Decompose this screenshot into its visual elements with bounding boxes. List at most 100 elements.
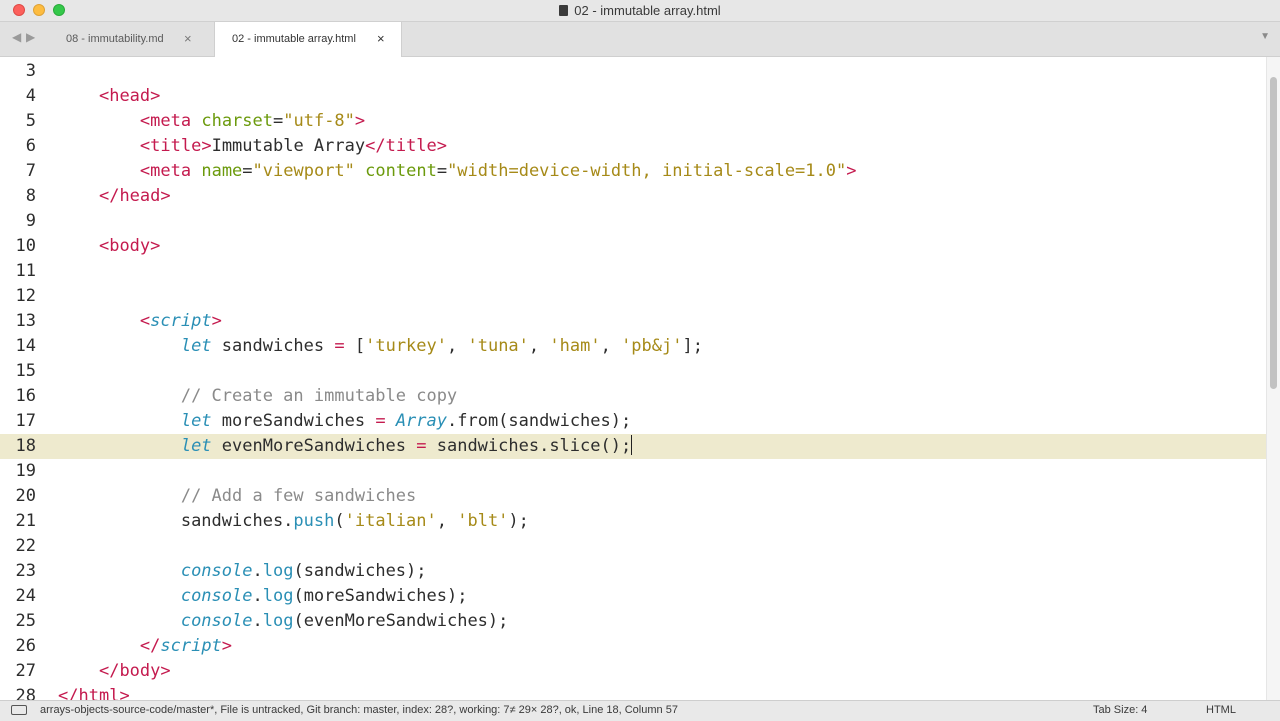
code-line[interactable]: 16 // Create an immutable copy [0,384,1266,409]
panel-toggle-icon[interactable] [11,705,27,715]
code-token: log [262,586,294,606]
code-text: let evenMoreSandwiches = sandwiches.slic… [58,434,633,459]
code-line[interactable]: 12 [0,284,1266,309]
code-token: "viewport" [252,161,355,181]
back-arrow-icon[interactable]: ◀ [12,30,21,44]
code-token: > [150,236,161,256]
code-token: meta [150,111,192,131]
code-line[interactable]: 14 let sandwiches = ['turkey', 'tuna', '… [0,334,1266,359]
line-number: 26 [15,636,36,656]
code-editor[interactable]: 3 4 <head> 5 <meta charset="utf-8"> 6 < titl… [0,57,1266,702]
line-number: 21 [15,511,36,531]
code-line[interactable]: 9 [0,209,1266,234]
code-line[interactable]: 22 [0,534,1266,559]
line-number: 19 [15,461,36,481]
line-number: 6 [25,136,36,156]
tab-close-icon[interactable]: × [184,31,192,46]
status-git-info: arrays-objects-source-code/master*, File… [40,704,678,716]
code-token: < [139,111,151,131]
code-line[interactable]: 13 <script> [0,309,1266,334]
code-line[interactable]: 15 [0,359,1266,384]
code-token: title [385,136,437,156]
forward-arrow-icon[interactable]: ▶ [26,30,35,44]
scrollbar-thumb[interactable] [1270,77,1277,389]
code-token: > [201,136,212,156]
code-token: Array [395,411,447,431]
code-token: = [375,411,386,431]
line-number: 7 [25,161,36,181]
code-token: script [150,311,212,331]
line-number: 24 [15,586,36,606]
code-token: head [119,186,161,206]
code-token: sandwiches. [180,511,294,531]
code-line[interactable]: 25 console.log(evenMoreSandwiches); [0,609,1266,634]
status-bar: arrays-objects-source-code/master*, File… [0,700,1280,721]
code-line[interactable]: 7 <meta name="viewport" content="width=d… [0,159,1266,184]
code-line[interactable]: 19 [0,459,1266,484]
tab-immutability-md[interactable]: 08 - immutability.md × [52,22,212,56]
code-token: let [180,411,212,431]
tab-size-selector[interactable]: Tab Size: 4 [1093,704,1147,716]
code-token: evenMoreSandwiches [211,436,417,456]
code-token: < [139,161,151,181]
code-token: charset [201,111,273,131]
code-token: 'italian' [344,511,437,531]
code-line[interactable]: 10 <body> [0,234,1266,259]
line-number: 5 [25,111,36,131]
tab-bar: ◀ ▶ 08 - immutability.md × 02 - immutabl… [0,22,1280,57]
vertical-scrollbar[interactable] [1266,57,1280,702]
tab-immutable-array-html[interactable]: 02 - immutable array.html × [214,22,402,57]
code-line[interactable]: 27 </body> [0,659,1266,684]
tab-label: 08 - immutability.md [66,33,164,45]
code-token: meta [150,161,192,181]
code-token: log [262,561,294,581]
window-title-area: 02 - immutable array.html [0,3,1280,18]
code-line[interactable]: 18 let evenMoreSandwiches = sandwiches.s… [0,434,1266,459]
code-token: > [160,661,171,681]
code-line[interactable]: 8 </head> [0,184,1266,209]
code-token: = [273,111,284,131]
code-line[interactable]: 24 console.log(moreSandwiches); [0,584,1266,609]
syntax-selector[interactable]: HTML [1206,704,1236,716]
code-token: > [221,636,233,656]
code-token: > [354,111,366,131]
code-line[interactable]: 4 <head> [0,84,1266,109]
code-line[interactable]: 20 // Add a few sandwiches [0,484,1266,509]
code-token: = [416,436,427,456]
code-token: (moreSandwiches); [293,586,468,606]
tab-close-icon[interactable]: × [377,31,385,46]
code-token: < [139,311,151,331]
line-number: 22 [15,536,36,556]
code-text: </body> [58,659,171,684]
code-token: .from(sandwiches); [447,411,632,431]
code-line[interactable]: 23 console.log(sandwiches); [0,559,1266,584]
code-line[interactable]: 6 <title>Immutable Array</title> [0,134,1266,159]
tab-menu-chevron-icon[interactable]: ▼ [1260,31,1270,42]
code-token: name [201,161,243,181]
code-line[interactable]: 21 sandwiches.push('italian', 'blt'); [0,509,1266,534]
code-text: console.log(evenMoreSandwiches); [58,609,509,634]
code-line[interactable]: 5 <meta charset="utf-8"> [0,109,1266,134]
code-token: console [180,561,253,581]
code-line[interactable]: 17 let moreSandwiches = Array.from(sandw… [0,409,1266,434]
line-number: 3 [25,61,36,81]
line-number: 17 [15,411,36,431]
code-token: (sandwiches); [293,561,427,581]
code-line[interactable]: 3 [0,59,1266,84]
code-token: body [109,236,151,256]
code-line[interactable]: 26 </script> [0,634,1266,659]
code-line[interactable]: 11 [0,259,1266,284]
tab-label: 02 - immutable array.html [232,33,356,45]
